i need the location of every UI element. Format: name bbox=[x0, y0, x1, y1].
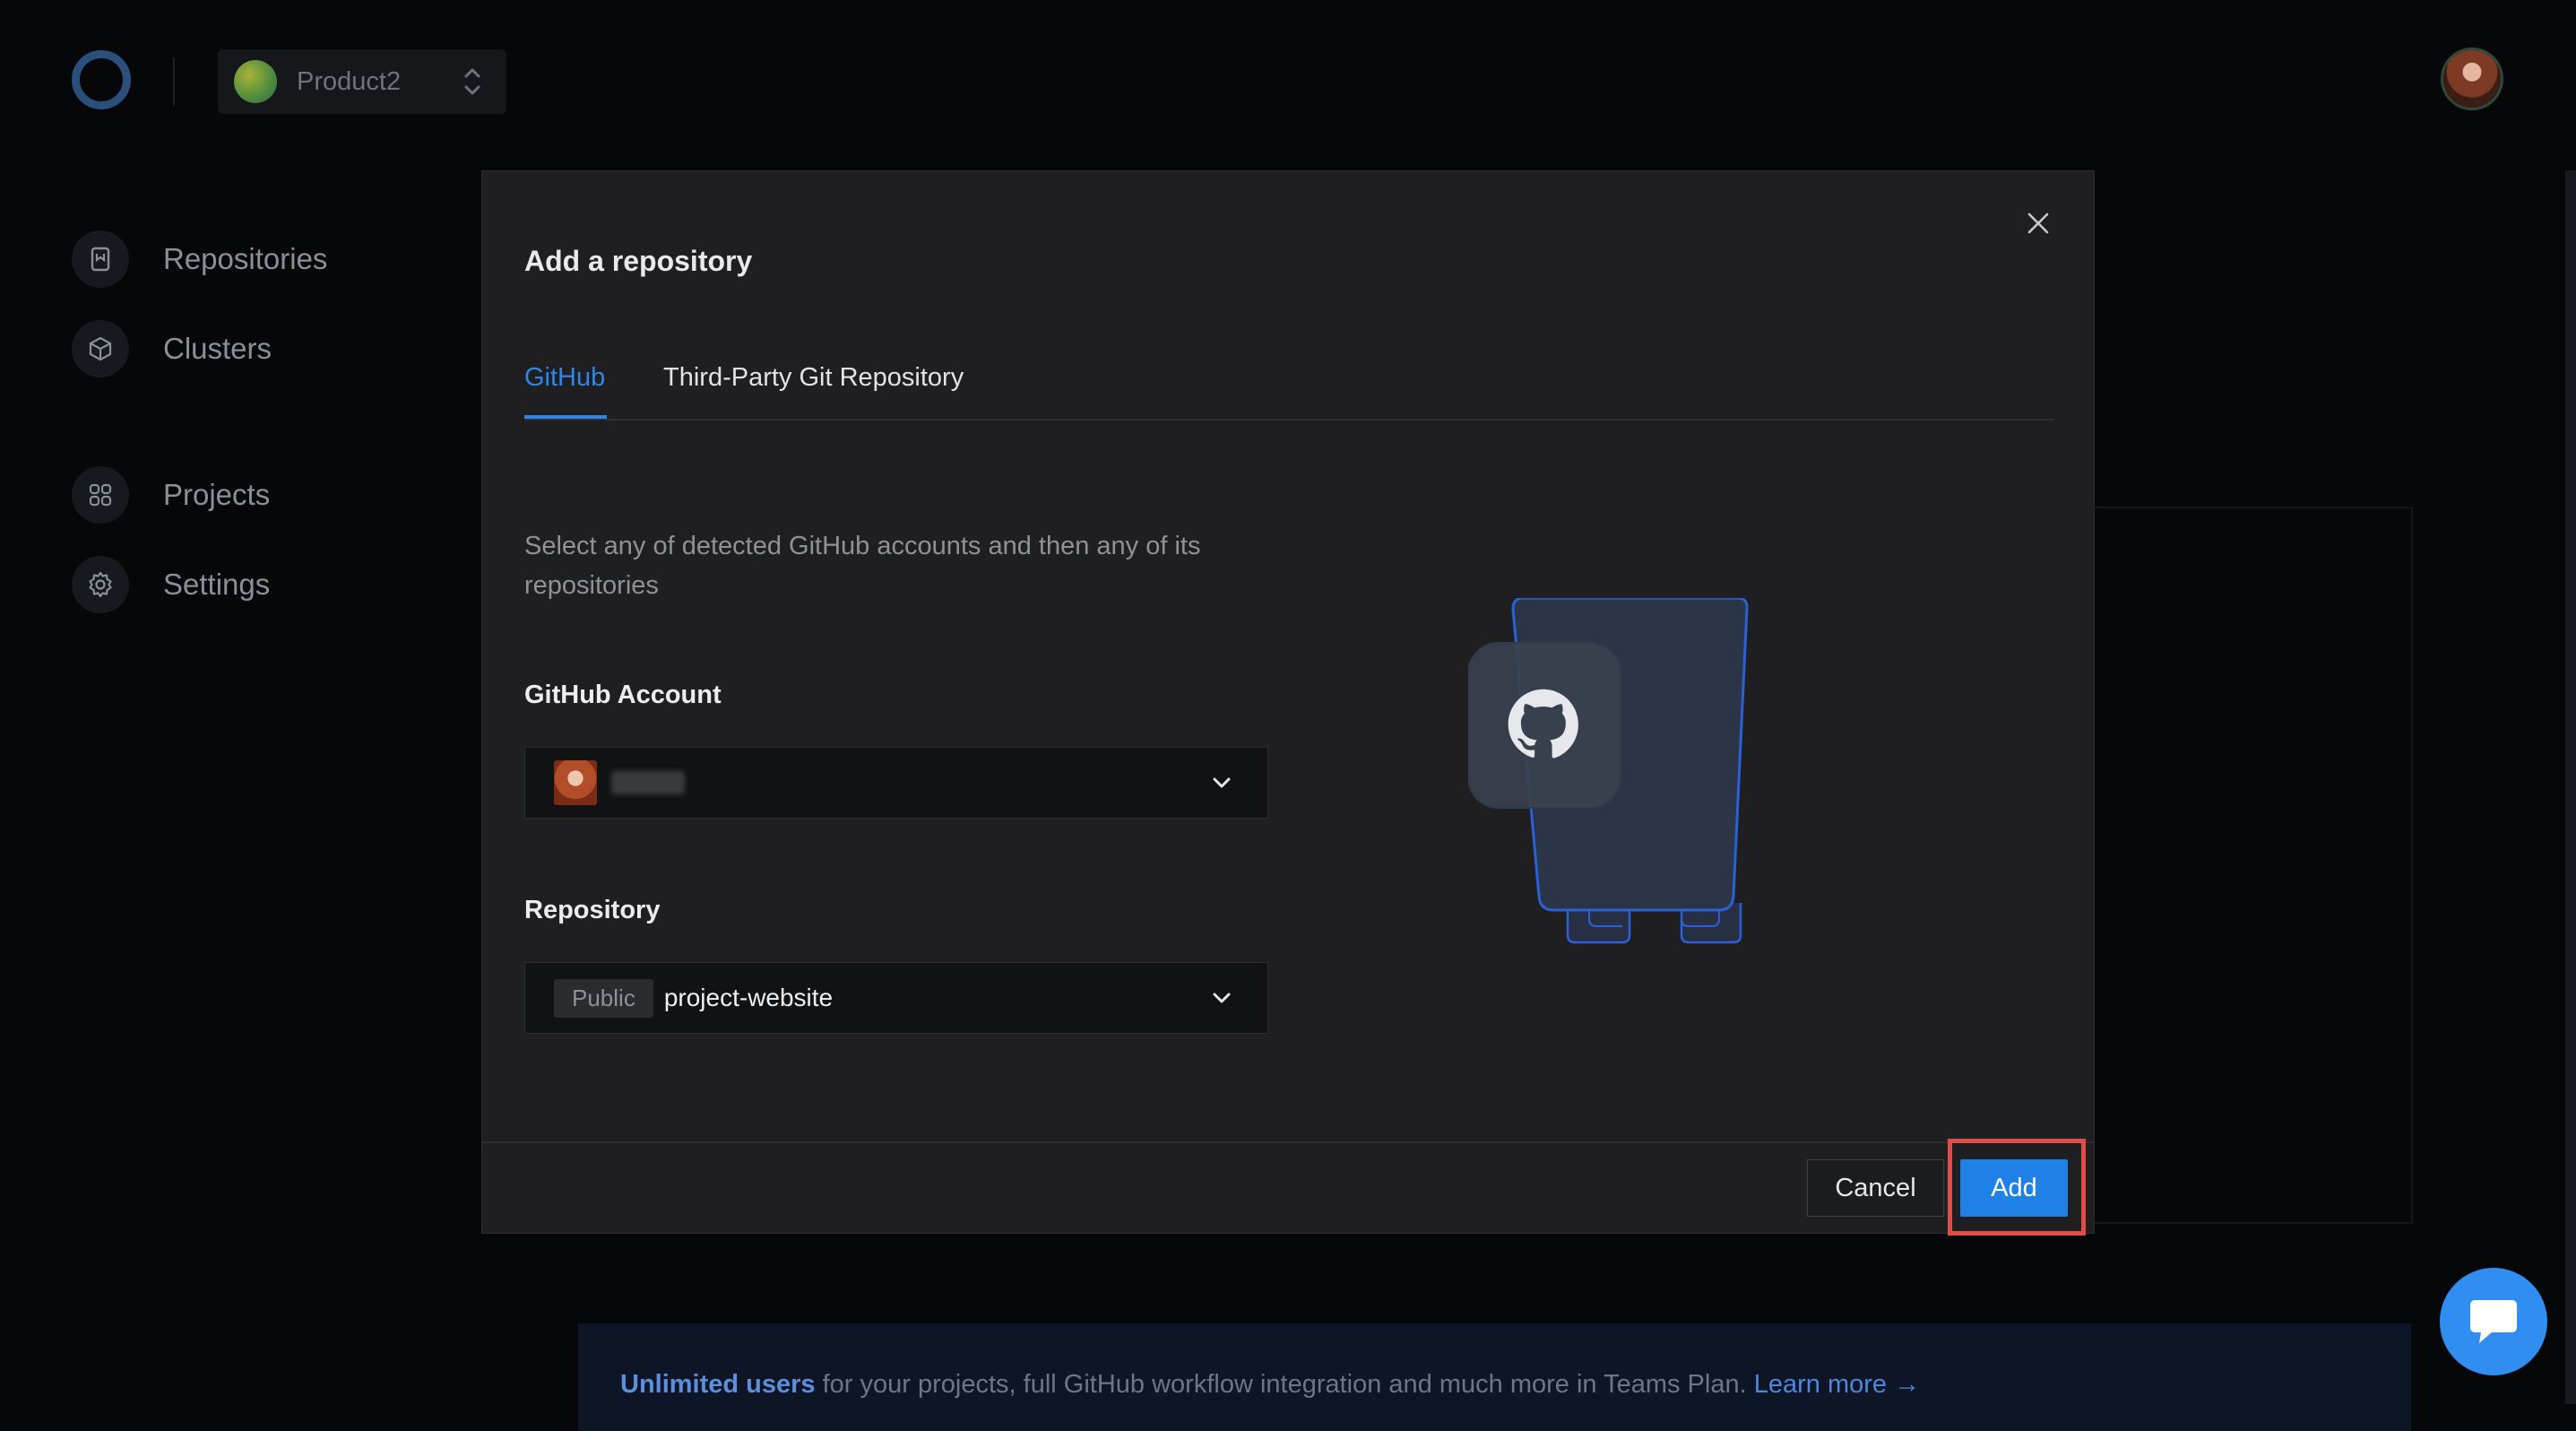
visibility-badge: Public bbox=[554, 978, 653, 1018]
repository-label: Repository bbox=[524, 896, 661, 924]
github-illustration bbox=[1468, 598, 1749, 944]
banner-highlight: Unlimited users bbox=[620, 1370, 816, 1399]
learn-more-link[interactable]: Learn more → bbox=[1754, 1370, 1920, 1399]
source-tabs: GitHub Third-Party Git Repository bbox=[524, 361, 2053, 421]
header-divider bbox=[173, 57, 175, 106]
sidebar-item-repositories[interactable]: Repositories bbox=[72, 230, 327, 288]
sidebar-item-label: Projects bbox=[163, 478, 271, 511]
add-repository-dialog: Add a repository GitHub Third-Party Git … bbox=[481, 170, 2095, 1236]
sidebar-item-projects[interactable]: Projects bbox=[72, 466, 270, 524]
account-name-redacted bbox=[611, 771, 685, 794]
project-avatar bbox=[234, 60, 277, 103]
close-icon[interactable] bbox=[2018, 204, 2058, 243]
scrollbar[interactable] bbox=[2565, 170, 2576, 1404]
bookmark-icon bbox=[72, 230, 129, 288]
github-account-label: GitHub Account bbox=[524, 681, 722, 709]
sidebar-item-label: Settings bbox=[163, 568, 271, 601]
gear-icon bbox=[72, 556, 129, 613]
sidebar-item-settings[interactable]: Settings bbox=[72, 556, 270, 613]
tab-github[interactable]: GitHub bbox=[524, 361, 608, 419]
dialog-footer-divider bbox=[482, 1141, 2094, 1143]
chevron-up-down-icon bbox=[464, 68, 480, 95]
sidebar-item-label: Repositories bbox=[163, 242, 328, 275]
chevron-down-icon bbox=[1213, 777, 1231, 788]
dialog-title: Add a repository bbox=[524, 245, 753, 277]
chevron-down-icon bbox=[1213, 993, 1231, 1003]
repository-select[interactable]: Public project-website bbox=[524, 962, 1268, 1034]
project-name: Product2 bbox=[297, 66, 402, 96]
chat-support-button[interactable] bbox=[2440, 1268, 2547, 1375]
cube-icon bbox=[72, 320, 129, 377]
banner-body: for your projects, full GitHub workflow … bbox=[815, 1370, 1754, 1399]
sidebar-item-label: Clusters bbox=[163, 332, 272, 365]
cancel-button[interactable]: Cancel bbox=[1807, 1159, 1944, 1217]
dialog-description: Select any of detected GitHub accounts a… bbox=[524, 532, 1201, 600]
repository-name: project-website bbox=[663, 984, 834, 1011]
chat-bubble-icon bbox=[2470, 1300, 2517, 1343]
sidebar-item-clusters[interactable]: Clusters bbox=[72, 320, 272, 377]
app-logo[interactable] bbox=[72, 50, 131, 109]
github-account-select[interactable] bbox=[524, 747, 1268, 819]
project-switcher[interactable]: Product2 bbox=[218, 49, 506, 114]
illustration-card bbox=[1468, 642, 1621, 809]
background-panel bbox=[2088, 507, 2413, 1224]
add-button[interactable]: Add bbox=[1960, 1159, 2068, 1217]
user-avatar[interactable] bbox=[2443, 50, 2501, 108]
account-avatar bbox=[554, 760, 597, 805]
upgrade-banner-text: Unlimited users for your projects, full … bbox=[620, 1370, 1920, 1400]
grid-icon bbox=[72, 466, 129, 524]
tab-third-party-git[interactable]: Third-Party Git Repository bbox=[663, 361, 964, 419]
